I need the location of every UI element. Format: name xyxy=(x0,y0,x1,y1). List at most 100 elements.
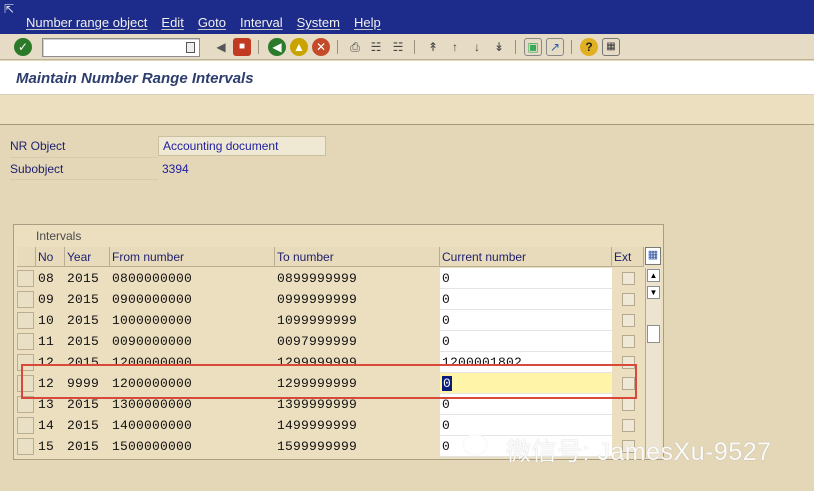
current-number-input[interactable]: 0 xyxy=(440,268,612,289)
customize-layout-icon[interactable]: ▦ xyxy=(602,38,620,56)
column-header-current-number[interactable]: Current number xyxy=(440,247,612,267)
intervals-table-control: Intervals No Year From number To number … xyxy=(13,224,664,460)
table-settings-icon[interactable]: ▦ xyxy=(645,247,661,265)
subobject-label: Subobject xyxy=(10,162,64,176)
ext-checkbox[interactable] xyxy=(622,314,635,327)
current-number-input[interactable]: 0 xyxy=(440,331,612,352)
cell-no: 14 xyxy=(38,418,55,433)
menu-interval[interactable]: Interval xyxy=(240,15,283,30)
page-title: Maintain Number Range Intervals xyxy=(16,70,254,87)
ext-checkbox[interactable] xyxy=(622,293,635,306)
create-session-icon[interactable]: ▣ xyxy=(524,38,542,56)
field-divider xyxy=(10,179,158,180)
scrollbar-thumb[interactable] xyxy=(647,325,660,343)
previous-page-icon[interactable]: ↑ xyxy=(446,38,464,56)
cell-year: 2015 xyxy=(67,313,100,328)
title-bar: Maintain Number Range Intervals xyxy=(0,61,814,95)
menu-system[interactable]: System xyxy=(297,15,340,30)
column-header-to-number[interactable]: To number xyxy=(275,247,440,267)
current-number-input[interactable]: 0 xyxy=(440,289,612,310)
cell-no: 10 xyxy=(38,313,55,328)
column-header-ext[interactable]: Ext xyxy=(612,247,644,267)
first-page-icon[interactable]: ↟ xyxy=(424,38,442,56)
subobject-value: 3394 xyxy=(162,162,189,176)
table-row[interactable]: 08 2015 0800000000 0899999999 0 xyxy=(17,268,644,289)
cell-no: 15 xyxy=(38,439,55,454)
cell-from: 1000000000 xyxy=(112,313,193,328)
next-page-icon[interactable]: ↓ xyxy=(468,38,486,56)
standard-toolbar: ✓ ◀ ■ ◀ ▲ ✕ ⎙ ☵ ☵ ↟ ↑ ↓ ↡ ▣ ↗ ? ▦ xyxy=(0,34,814,60)
wechat-logo-icon xyxy=(462,434,488,456)
highlight-box xyxy=(21,364,637,399)
cell-year: 2015 xyxy=(67,439,100,454)
table-row[interactable]: 09 2015 0900000000 0999999999 0 xyxy=(17,289,644,310)
cell-from: 0800000000 xyxy=(112,271,193,286)
table-body: 08 2015 0800000000 0899999999 0 09 2015 0900000… xyxy=(17,268,644,457)
collapse-arrow-icon[interactable]: ◀ xyxy=(212,38,230,56)
toolbar-separator xyxy=(337,40,338,54)
scroll-up-arrow-icon[interactable]: ▲ xyxy=(647,269,660,282)
find-next-icon[interactable]: ☵ xyxy=(389,38,407,56)
cell-year: 2015 xyxy=(67,292,100,307)
window-menu-icon[interactable]: ⇱ xyxy=(4,3,18,15)
cancel-icon[interactable]: ✕ xyxy=(312,38,330,56)
row-selector[interactable] xyxy=(17,291,34,308)
toolbar-separator xyxy=(515,40,516,54)
menu-number-range-object[interactable]: Number range object xyxy=(26,15,147,30)
table-row[interactable]: 10 2015 1000000000 1099999999 0 xyxy=(17,310,644,331)
table-header-row: No Year From number To number Current nu… xyxy=(17,247,644,268)
cell-to: 1499999999 xyxy=(277,418,358,433)
cell-to: 0097999999 xyxy=(277,334,358,349)
row-selector[interactable] xyxy=(17,270,34,287)
cell-to: 1599999999 xyxy=(277,439,358,454)
current-number-input[interactable]: 0 xyxy=(440,310,612,331)
row-selector[interactable] xyxy=(17,312,34,329)
row-selector[interactable] xyxy=(17,417,34,434)
toolbar-separator xyxy=(571,40,572,54)
menu-goto[interactable]: Goto xyxy=(198,15,226,30)
ext-checkbox[interactable] xyxy=(622,419,635,432)
command-field[interactable] xyxy=(42,38,200,57)
select-all-column-header[interactable] xyxy=(17,247,36,267)
application-toolbar xyxy=(0,95,814,125)
exit-icon[interactable]: ▲ xyxy=(290,38,308,56)
command-field-history-icon[interactable] xyxy=(186,42,195,53)
ext-checkbox[interactable] xyxy=(622,272,635,285)
cell-to: 1099999999 xyxy=(277,313,358,328)
ext-checkbox[interactable] xyxy=(622,398,635,411)
column-header-no[interactable]: No xyxy=(36,247,65,267)
scroll-down-arrow-icon[interactable]: ▼ xyxy=(647,286,660,299)
save-icon[interactable]: ■ xyxy=(233,38,251,56)
cell-from: 0900000000 xyxy=(112,292,193,307)
menu-edit[interactable]: Edit xyxy=(161,15,183,30)
toolbar-separator xyxy=(258,40,259,54)
cell-year: 2015 xyxy=(67,334,100,349)
column-header-from-number[interactable]: From number xyxy=(110,247,275,267)
column-header-year[interactable]: Year xyxy=(65,247,110,267)
help-icon[interactable]: ? xyxy=(580,38,598,56)
cell-from: 1400000000 xyxy=(112,418,193,433)
back-icon[interactable]: ◀ xyxy=(268,38,286,56)
generate-shortcut-icon[interactable]: ↗ xyxy=(546,38,564,56)
table-row[interactable]: 11 2015 0090000000 0097999999 0 xyxy=(17,331,644,352)
cell-no: 08 xyxy=(38,271,55,286)
find-icon[interactable]: ☵ xyxy=(367,38,385,56)
enter-checkmark-icon[interactable]: ✓ xyxy=(14,38,32,56)
menu-items: Number range object Edit Goto Interval S… xyxy=(26,15,395,30)
ext-checkbox[interactable] xyxy=(622,335,635,348)
intervals-grid: No Year From number To number Current nu… xyxy=(17,247,644,457)
cell-from: 0090000000 xyxy=(112,334,193,349)
row-selector[interactable] xyxy=(17,438,34,455)
menu-help[interactable]: Help xyxy=(354,15,381,30)
cell-to: 0899999999 xyxy=(277,271,358,286)
cell-no: 11 xyxy=(38,334,55,349)
print-icon[interactable]: ⎙ xyxy=(346,38,364,56)
nr-object-value: Accounting document xyxy=(158,136,326,156)
toolbar-separator xyxy=(414,40,415,54)
menu-bar: ⇱ Number range object Edit Goto Interval… xyxy=(0,0,814,34)
row-selector[interactable] xyxy=(17,333,34,350)
vertical-scrollbar[interactable]: ▲ ▼ xyxy=(645,268,661,458)
last-page-icon[interactable]: ↡ xyxy=(490,38,508,56)
cell-to: 0999999999 xyxy=(277,292,358,307)
watermark-text: 微信号: JamesXu-9527 xyxy=(506,438,772,466)
